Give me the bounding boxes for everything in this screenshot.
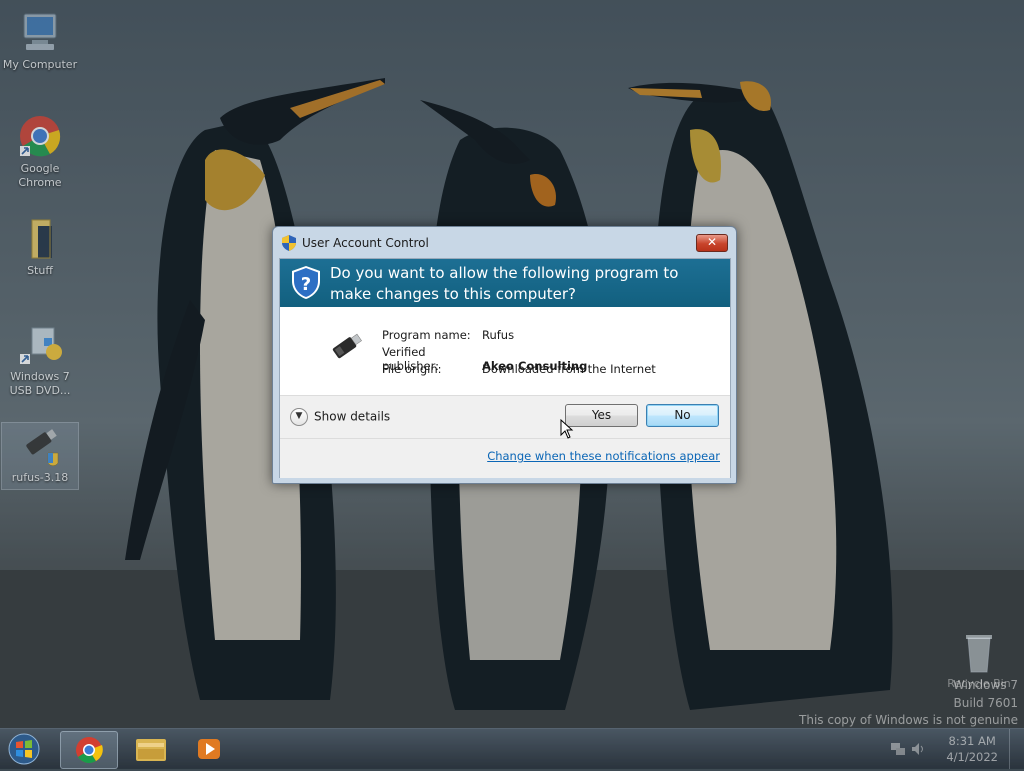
uac-titlebar[interactable]: User Account Control ✕ bbox=[273, 227, 736, 255]
yes-button[interactable]: Yes bbox=[565, 404, 638, 427]
uac-footer: ▼ Show details Yes No Change when these n… bbox=[280, 395, 730, 478]
footer-divider bbox=[280, 438, 730, 439]
desktop-icon-label: rufus-3.18 bbox=[11, 471, 69, 484]
taskbar-explorer-button[interactable] bbox=[124, 731, 180, 767]
mouse-cursor-icon bbox=[560, 419, 574, 439]
chrome-icon bbox=[76, 737, 103, 764]
desktop-icon-label: Stuff bbox=[27, 264, 53, 277]
desktop-icon-label: Windows 7 USB DVD... bbox=[9, 370, 71, 397]
program-name-label: Program name: bbox=[382, 328, 471, 342]
recycle-bin-icon bbox=[966, 635, 992, 673]
uac-question: Do you want to allow the following progr… bbox=[330, 264, 679, 303]
close-button[interactable]: ✕ bbox=[696, 234, 728, 252]
uac-dialog: User Account Control ✕ ? Do you want to … bbox=[272, 226, 737, 484]
computer-icon bbox=[23, 13, 57, 50]
origin-value: Downloaded from the Internet bbox=[482, 362, 656, 376]
desktop-icon-rufus[interactable]: rufus-3.18 bbox=[1, 422, 79, 490]
watermark-build: Build 7601 bbox=[953, 696, 1018, 710]
program-name-row: Program name: Rufus bbox=[382, 328, 514, 342]
svg-text:?: ? bbox=[301, 274, 311, 295]
origin-row: File origin: Downloaded from the Internet bbox=[382, 362, 656, 376]
media-player-icon bbox=[198, 739, 220, 759]
clock-date: 4/1/2022 bbox=[946, 750, 998, 764]
show-details-label: Show details bbox=[314, 409, 391, 424]
uac-shield-small-icon bbox=[282, 235, 296, 251]
uac-body: ? Do you want to allow the following pro… bbox=[279, 258, 731, 478]
uac-title: User Account Control bbox=[302, 236, 429, 250]
start-button-icon[interactable] bbox=[4, 731, 44, 767]
desktop-icon-windows7-usb-dvd[interactable]: Windows 7 USB DVD... bbox=[2, 322, 78, 398]
show-desktop-button[interactable] bbox=[1009, 729, 1024, 769]
usb-drive-icon bbox=[332, 333, 362, 359]
watermark-not-genuine: This copy of Windows is not genuine bbox=[799, 713, 1018, 727]
volume-icon[interactable] bbox=[910, 741, 926, 757]
taskbar-chrome-button[interactable] bbox=[60, 731, 118, 769]
show-details-toggle[interactable]: ▼ Show details bbox=[290, 408, 390, 426]
network-icon[interactable] bbox=[890, 741, 906, 757]
program-name-value: Rufus bbox=[482, 328, 515, 342]
taskbar: 8:31 AM 4/1/2022 bbox=[0, 728, 1024, 769]
uac-shield-icon: ? bbox=[292, 266, 320, 299]
origin-label: File origin: bbox=[382, 362, 442, 376]
clock-time: 8:31 AM bbox=[948, 734, 996, 748]
desktop-icon-my-computer[interactable]: My Computer bbox=[2, 10, 78, 72]
chrome-icon bbox=[20, 116, 61, 157]
chevron-down-icon: ▼ bbox=[290, 408, 308, 426]
windows-usb-tool-icon bbox=[20, 327, 62, 364]
clock[interactable]: 8:31 AM 4/1/2022 bbox=[946, 733, 998, 765]
program-info: Program name: Rufus Verified publisher: Ak… bbox=[280, 307, 730, 395]
watermark-windows-version: Windows 7 bbox=[952, 678, 1018, 692]
desktop-icon-stuff[interactable]: Stuff bbox=[2, 216, 78, 278]
usb-drive-icon bbox=[26, 429, 59, 466]
uac-header: ? Do you want to allow the following pro… bbox=[280, 259, 730, 307]
system-tray: 8:31 AM 4/1/2022 bbox=[884, 729, 1024, 769]
desktop-icon-google-chrome[interactable]: Google Chrome bbox=[2, 114, 78, 190]
taskbar-media-player-button[interactable] bbox=[182, 731, 238, 767]
folder-icon bbox=[136, 739, 166, 761]
folder-icon bbox=[31, 219, 52, 259]
no-button[interactable]: No bbox=[646, 404, 719, 427]
change-notifications-link[interactable]: Change when these notifications appear bbox=[487, 449, 720, 463]
desktop-icon-label: Google Chrome bbox=[18, 162, 62, 189]
desktop-icon-label: My Computer bbox=[2, 58, 78, 71]
